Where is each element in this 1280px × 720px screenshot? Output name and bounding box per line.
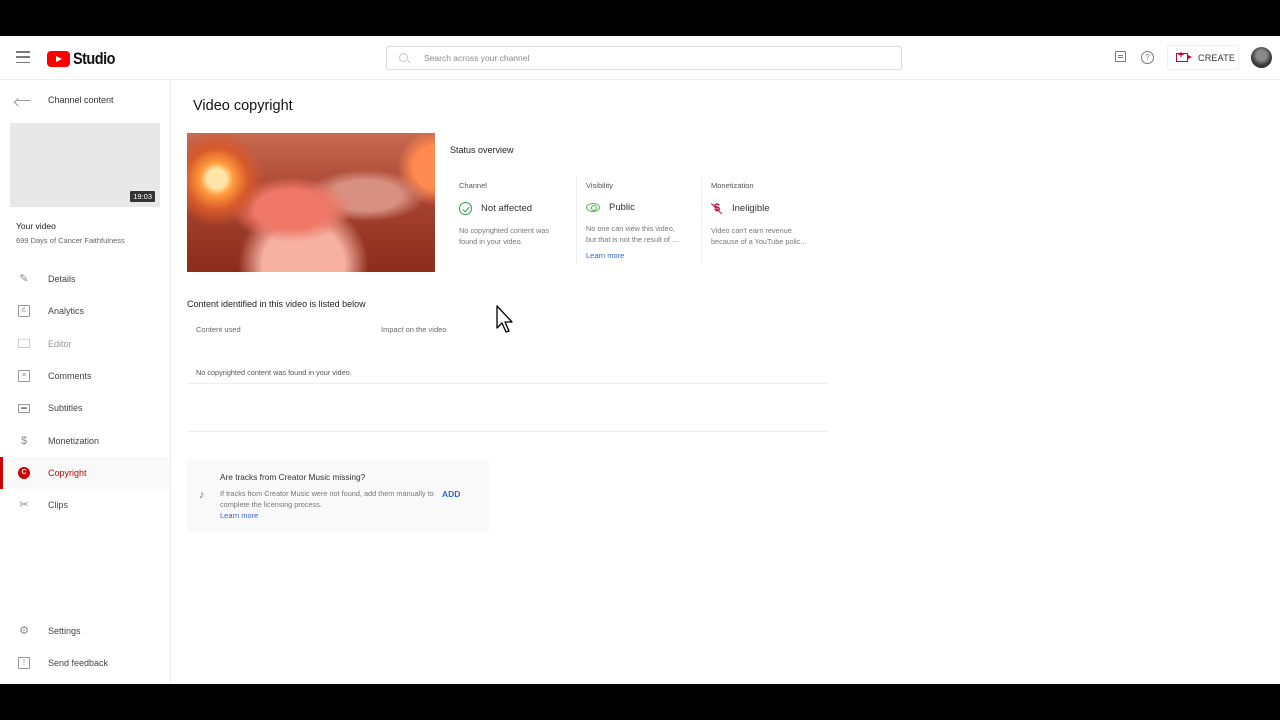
status-value-row: Public	[586, 202, 698, 213]
music-note-icon: ♪	[199, 489, 205, 501]
creator-music-title: Are tracks from Creator Music missing?	[220, 472, 366, 482]
sidebar-item-send-feedback[interactable]: ! Send feedback	[0, 647, 170, 679]
hamburger-icon[interactable]	[16, 51, 30, 63]
sidebar-item-comments[interactable]: ≡ Comments	[0, 360, 170, 392]
status-card-channel: Channel Not affected No copyrighted cont…	[459, 177, 577, 263]
top-bar: Studio ? CREATE	[0, 36, 1280, 80]
status-value-row: Not affected	[459, 202, 577, 215]
sidebar: Channel content 19:03 Your video 699 Day…	[0, 81, 171, 684]
subtitles-icon: ▬	[18, 403, 30, 413]
status-description: Video can't earn revenue because of a Yo…	[711, 226, 829, 247]
column-header-impact: Impact on the video	[381, 325, 447, 334]
status-card-visibility: Visibility Public No one can view this v…	[576, 177, 698, 263]
empty-table-message: No copyrighted content was found in your…	[196, 368, 352, 377]
status-card-monetization: Monetization $ Ineligible Video can't ea…	[701, 177, 829, 263]
sidebar-nav: ✎ Details ıl. Analytics Editor ≡ Comment…	[0, 263, 170, 521]
video-title: 699 Days of Cancer Faithfulness	[16, 236, 125, 245]
sidebar-item-label: Settings	[48, 626, 81, 637]
status-description-line: No one can view this video,	[586, 224, 675, 233]
your-video-label: Your video	[16, 221, 56, 231]
sidebar-item-label: Editor	[48, 338, 72, 349]
status-description-line: but that is not the result of ...	[586, 234, 679, 244]
sidebar-item-label: Analytics	[48, 306, 85, 317]
page-title: Video copyright	[193, 98, 293, 114]
sidebar-item-label: Clips	[48, 500, 69, 511]
status-value-row: $ Ineligible	[711, 202, 829, 215]
sidebar-item-label: Copyright	[48, 467, 87, 478]
video-plus-icon	[1176, 50, 1192, 62]
table-divider	[187, 431, 827, 432]
back-label: Channel content	[48, 95, 114, 105]
help-icon[interactable]: ?	[1141, 51, 1154, 64]
create-label: CREATE	[1198, 52, 1236, 63]
status-description: No one can view this video, but that is …	[586, 224, 698, 245]
sidebar-video-thumbnail[interactable]: 19:03	[10, 123, 160, 207]
status-label: Monetization	[711, 181, 754, 190]
search-input[interactable]	[424, 53, 864, 63]
copyright-icon: C	[18, 466, 30, 479]
creator-music-prompt: ♪ Are tracks from Creator Music missing?…	[187, 459, 489, 532]
messages-icon[interactable]	[1115, 51, 1126, 62]
dollar-icon: $	[20, 434, 28, 447]
youtube-logo-icon	[47, 51, 70, 67]
visibility-learn-more-link[interactable]: Learn more	[586, 251, 624, 260]
sidebar-item-subtitles[interactable]: ▬ Subtitles	[0, 392, 170, 424]
status-value: Not affected	[481, 203, 533, 214]
sidebar-item-label: Comments	[48, 371, 92, 382]
mouse-cursor-icon	[496, 305, 513, 333]
status-label: Channel	[459, 181, 487, 190]
main-content: Video copyright Status overview Channel …	[172, 81, 1280, 684]
back-to-channel-content[interactable]: Channel content	[0, 91, 170, 111]
sidebar-item-copyright[interactable]: C Copyright	[0, 456, 170, 490]
add-tracks-button[interactable]: ADD	[442, 489, 460, 499]
sidebar-item-details[interactable]: ✎ Details	[0, 263, 170, 295]
sidebar-item-monetization[interactable]: $ Monetization	[0, 424, 170, 456]
studio-window: Studio ? CREATE Channel content 19:03 Yo…	[0, 36, 1280, 684]
status-value: Ineligible	[732, 203, 770, 214]
eye-icon	[586, 203, 600, 212]
sidebar-item-editor[interactable]: Editor	[0, 328, 170, 360]
table-divider	[187, 383, 827, 384]
status-overview-title: Status overview	[450, 145, 514, 155]
creator-music-description: If tracks from Creator Music were not fo…	[220, 489, 434, 509]
search-bar[interactable]	[386, 46, 902, 70]
editor-icon	[18, 339, 30, 349]
account-avatar[interactable]	[1251, 47, 1272, 68]
back-arrow-icon	[17, 100, 30, 102]
create-button[interactable]: CREATE	[1167, 45, 1239, 70]
check-circle-icon	[459, 202, 472, 215]
content-section-title: Content identified in this video is list…	[187, 299, 366, 309]
sidebar-item-label: Details	[48, 274, 76, 285]
status-description-line: Video can't earn revenue	[711, 226, 792, 235]
comments-icon: ≡	[18, 370, 30, 383]
no-monetization-icon: $	[711, 202, 723, 215]
sidebar-item-label: Monetization	[48, 435, 100, 446]
gear-icon: ⚙	[19, 625, 29, 638]
status-description-line: because of a YouTube polic...	[711, 236, 807, 246]
status-description: No copyrighted content was found in your…	[459, 226, 577, 247]
sidebar-item-label: Send feedback	[48, 658, 109, 669]
video-duration: 19:03	[130, 191, 155, 202]
scissors-icon: ✂	[19, 499, 29, 512]
sidebar-item-label: Subtitles	[48, 403, 83, 414]
creator-music-learn-more-link[interactable]: Learn more	[220, 511, 258, 520]
status-value: Public	[609, 202, 635, 213]
pencil-icon: ✎	[19, 273, 29, 286]
search-icon	[399, 52, 410, 64]
sidebar-item-analytics[interactable]: ıl. Analytics	[0, 295, 170, 327]
status-description-line: No copyrighted content was	[459, 226, 550, 235]
column-header-content-used: Content used	[196, 325, 241, 334]
sidebar-item-clips[interactable]: ✂ Clips	[0, 489, 170, 521]
sidebar-item-settings[interactable]: ⚙ Settings	[0, 615, 170, 647]
feedback-icon: !	[18, 657, 30, 670]
sidebar-bottom-nav: ⚙ Settings ! Send feedback	[0, 615, 170, 680]
app-name: Studio	[73, 49, 115, 68]
analytics-icon: ıl.	[18, 305, 30, 318]
youtube-studio-logo[interactable]: Studio	[47, 49, 122, 69]
status-label: Visibility	[586, 181, 613, 190]
video-preview-thumbnail[interactable]	[187, 133, 435, 272]
status-description-line: found in your video.	[459, 236, 523, 246]
